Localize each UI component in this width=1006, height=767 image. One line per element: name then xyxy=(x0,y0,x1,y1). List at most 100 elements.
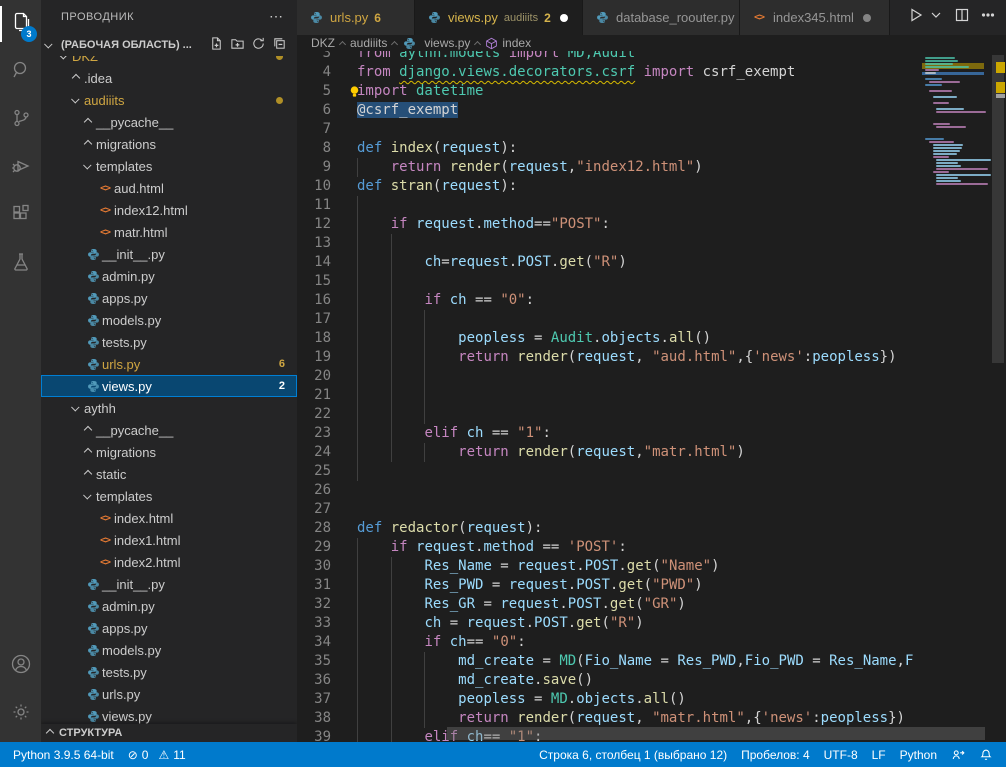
editor-group: urls.py6views.pyaudiiits2database_rooute… xyxy=(297,0,1006,742)
python-interpreter-status[interactable]: Python 3.9.5 64-bit xyxy=(6,742,121,767)
line-number: 9 xyxy=(297,158,331,177)
tree-item-views-py[interactable]: views.py xyxy=(41,705,297,724)
vertical-scrollbar[interactable] xyxy=(990,35,1006,742)
breadcrumb-item-audiiits[interactable]: audiiits xyxy=(350,36,387,50)
tree-item--pycache-[interactable]: __pycache__ xyxy=(41,419,297,441)
python-file-icon xyxy=(84,688,102,701)
tree-item--pycache-[interactable]: __pycache__ xyxy=(41,111,297,133)
run-python-file-icon[interactable] xyxy=(908,7,924,28)
tree-item-index2-html[interactable]: <>index2.html xyxy=(41,551,297,573)
tree-item-dkz[interactable]: DKZ xyxy=(41,56,297,67)
tree-item-migrations[interactable]: migrations xyxy=(41,133,297,155)
explorer-button[interactable]: 3 xyxy=(0,0,41,48)
tab-urls-py[interactable]: urls.py6 xyxy=(297,0,415,35)
tree-item-aud-html[interactable]: <>aud.html xyxy=(41,177,297,199)
tree-item-models-py[interactable]: models.py xyxy=(41,639,297,661)
tree-item-index-html[interactable]: <>index.html xyxy=(41,507,297,529)
line-number: 6 xyxy=(297,101,331,120)
tree-item--idea[interactable]: .idea xyxy=(41,67,297,89)
breadcrumb-item-dkz[interactable]: DKZ xyxy=(311,36,335,50)
tree-item--init-py[interactable]: __init__.py xyxy=(41,573,297,595)
tree-item-urls-py[interactable]: urls.py xyxy=(41,683,297,705)
outline-section-header[interactable]: СТРУКТУРА xyxy=(41,724,297,742)
tree-item-models-py[interactable]: models.py xyxy=(41,309,297,331)
line-number: 32 xyxy=(297,595,331,614)
more-actions-icon[interactable] xyxy=(980,7,996,28)
new-file-icon[interactable] xyxy=(209,36,224,54)
tree-item-migrations[interactable]: migrations xyxy=(41,441,297,463)
tree-item-label: templates xyxy=(96,159,152,174)
account-button[interactable] xyxy=(0,642,41,690)
sidebar-more-actions-icon[interactable]: ⋯ xyxy=(269,0,283,35)
breadcrumb-item-views-py[interactable]: views.py xyxy=(402,36,470,50)
workspace-section-header[interactable]: (РАБОЧАЯ ОБЛАСТЬ) ... xyxy=(41,34,297,56)
tree-item-static[interactable]: static xyxy=(41,463,297,485)
breadcrumb-separator-icon xyxy=(475,36,480,50)
problems-status[interactable]: ⊘ 0 ⚠ 11 xyxy=(121,742,197,767)
chevron-right-icon xyxy=(80,471,96,477)
run-debug-button[interactable] xyxy=(0,144,41,192)
minimap-code-line xyxy=(936,111,986,113)
code-line-22: 22 xyxy=(297,405,922,424)
search-button[interactable] xyxy=(0,48,41,96)
tree-item-audiiits[interactable]: audiiits xyxy=(41,89,297,111)
source-control-button[interactable] xyxy=(0,96,41,144)
horizontal-scrollbar[interactable] xyxy=(447,727,985,740)
chevron-down-icon xyxy=(68,405,84,411)
tab-index345-html[interactable]: <>index345.html xyxy=(740,0,890,35)
testing-button[interactable] xyxy=(0,240,41,288)
html-file-icon: <> xyxy=(96,227,114,238)
breadcrumb-item-index[interactable]: index xyxy=(485,36,531,50)
tree-item--init-py[interactable]: __init__.py xyxy=(41,243,297,265)
problems-badge: 2 xyxy=(279,380,285,392)
code-line-13: 13 xyxy=(297,234,922,253)
tree-item-urls-py[interactable]: urls.py6 xyxy=(41,353,297,375)
tree-item-index12-html[interactable]: <>index12.html xyxy=(41,199,297,221)
scrollbar-thumb[interactable] xyxy=(992,55,1004,363)
tree-item-apps-py[interactable]: apps.py xyxy=(41,617,297,639)
split-editor-icon[interactable] xyxy=(954,7,970,28)
indent-guide xyxy=(391,405,392,424)
tree-item-label: .idea xyxy=(84,71,112,86)
run-dropdown-chevron-icon[interactable] xyxy=(928,7,944,28)
dirty-indicator-dot[interactable] xyxy=(560,14,568,22)
tree-item-label: __pycache__ xyxy=(96,115,173,130)
notifications-bell-icon[interactable] xyxy=(972,742,1000,767)
extensions-button[interactable] xyxy=(0,192,41,240)
code-line-23: 23 elif ch == "1": xyxy=(297,424,922,443)
indent-guide xyxy=(391,310,392,329)
new-folder-icon[interactable] xyxy=(230,36,245,54)
indent-guide xyxy=(391,234,392,253)
language-mode-status[interactable]: Python xyxy=(893,742,944,767)
tree-item-index1-html[interactable]: <>index1.html xyxy=(41,529,297,551)
indentation-status[interactable]: Пробелов: 4 xyxy=(734,742,817,767)
eol-status[interactable]: LF xyxy=(865,742,893,767)
refresh-icon[interactable] xyxy=(251,36,266,54)
problems-badge: 6 xyxy=(279,358,285,370)
tree-item-admin-py[interactable]: admin.py xyxy=(41,595,297,617)
minimap-code-line xyxy=(933,96,958,98)
tree-item-aythh[interactable]: aythh xyxy=(41,397,297,419)
feedback-icon[interactable] xyxy=(944,742,972,767)
tree-item-admin-py[interactable]: admin.py xyxy=(41,265,297,287)
tab-views-py[interactable]: views.pyaudiiits2 xyxy=(415,0,583,35)
tree-item-apps-py[interactable]: apps.py xyxy=(41,287,297,309)
collapse-all-icon[interactable] xyxy=(272,36,287,54)
tree-item-tests-py[interactable]: tests.py xyxy=(41,661,297,683)
tree-item-matr-html[interactable]: <>matr.html xyxy=(41,221,297,243)
quick-fix-lightbulb-icon[interactable] xyxy=(347,84,362,104)
tab-database-roouter-py[interactable]: database_roouter.py xyxy=(583,0,740,35)
minimap[interactable] xyxy=(922,51,987,742)
line-number: 25 xyxy=(297,462,331,481)
tree-item-templates[interactable]: templates xyxy=(41,155,297,177)
tree-item-tests-py[interactable]: tests.py xyxy=(41,331,297,353)
settings-button[interactable] xyxy=(0,690,41,738)
cursor-position-status[interactable]: Строка 6, столбец 1 (выбрано 12) xyxy=(532,742,734,767)
tree-item-label: tests.py xyxy=(102,665,147,680)
code-editor[interactable]: 3from aythh.models import MD,Audit4from … xyxy=(297,51,922,742)
tree-item-templates[interactable]: templates xyxy=(41,485,297,507)
encoding-status[interactable]: UTF-8 xyxy=(817,742,865,767)
debug-icon xyxy=(9,154,33,183)
tree-item-views-py[interactable]: views.py2 xyxy=(41,375,297,397)
dirty-indicator-dot[interactable] xyxy=(863,14,871,22)
